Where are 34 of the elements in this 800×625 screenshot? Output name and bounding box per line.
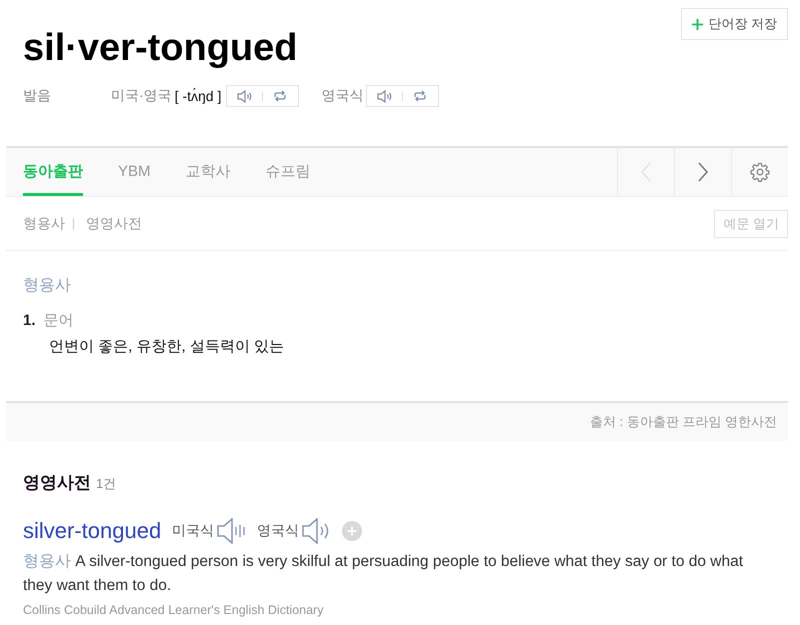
section-link[interactable]: 영영사전 bbox=[86, 214, 142, 232]
register-label: 문어 bbox=[44, 311, 74, 331]
result-count: 1건 bbox=[96, 475, 116, 493]
repeat-icon bbox=[413, 90, 428, 102]
accent-label: 미국식 bbox=[172, 522, 214, 540]
part-of-speech: 형용사 bbox=[23, 276, 72, 296]
sense-number: 1. bbox=[23, 311, 36, 331]
pronunciation-label: 발음 bbox=[23, 87, 52, 105]
settings-icon bbox=[750, 162, 770, 182]
plus-icon bbox=[692, 18, 704, 30]
dictionary-tab[interactable]: 동아출판 bbox=[23, 148, 83, 196]
source-text: 출처 : 동아출판 프라임 영한사전 bbox=[590, 413, 777, 431]
dictionary-tab[interactable]: YBM bbox=[118, 148, 151, 196]
speaker-icon bbox=[217, 518, 248, 544]
save-to-wordbook-button[interactable]: 단어장 저장 bbox=[681, 8, 788, 40]
accent-label: 미국·영국 bbox=[111, 87, 172, 105]
phonetic-text: [ -tʌ́ŋd ] bbox=[174, 88, 222, 104]
plus-circle-icon bbox=[342, 521, 362, 541]
headword: sil·ver-tongued bbox=[23, 26, 298, 70]
accent-label: 영국식 bbox=[257, 522, 300, 540]
dictionary-tab[interactable]: 교학사 bbox=[186, 148, 231, 196]
dictionary-source: Collins Cobuild Advanced Learner's English Dictionary bbox=[23, 603, 324, 617]
speaker-icon bbox=[237, 90, 254, 102]
accent-label: 영국식 bbox=[321, 87, 364, 105]
dictionary-tab[interactable]: 슈프림 bbox=[266, 148, 311, 196]
definition-text: 형용사 A silver-tongued person is very skilful at persuading people to believe what they say or to do what they want them to do. bbox=[23, 552, 744, 596]
show-examples-button[interactable]: 예문 열기 bbox=[714, 210, 788, 238]
entry-word-link[interactable]: silver-tongued bbox=[23, 518, 162, 544]
play-audio-button[interactable] bbox=[217, 518, 248, 544]
repeat-icon bbox=[273, 90, 288, 102]
definition-text: 언변이 좋은, 유창한, 설득력이 있는 bbox=[48, 337, 286, 357]
section-title: 영영사전 bbox=[23, 472, 91, 494]
section-link[interactable]: 형용사 bbox=[23, 214, 65, 232]
speaker-icon bbox=[377, 90, 394, 102]
